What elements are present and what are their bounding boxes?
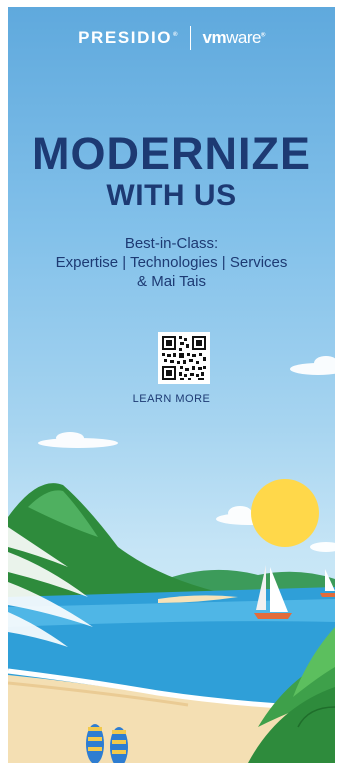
qr-code[interactable] xyxy=(158,332,210,384)
tagline: Best-in-Class: Expertise | Technologies … xyxy=(8,234,335,291)
tagline-line-2: Expertise | Technologies | Services xyxy=(55,254,288,271)
tagline-line-3: & Mai Tais xyxy=(137,273,206,290)
cloud-icon xyxy=(310,542,335,552)
sun-icon xyxy=(251,479,319,547)
qr-code-icon xyxy=(158,332,210,384)
presidio-logo-text: PRESIDIO xyxy=(78,28,173,47)
headline-line-2: WITH US xyxy=(106,179,237,212)
beach-scene xyxy=(8,356,335,763)
vmware-logo: vmware® xyxy=(202,28,266,48)
cloud-icon xyxy=(38,432,118,448)
vmware-logo-rest: ware xyxy=(226,28,261,47)
tagline-line-1: Best-in-Class: xyxy=(124,235,219,252)
headline: MODERNIZE WITH US xyxy=(8,131,335,213)
presidio-trademark: ® xyxy=(173,32,178,39)
logo-divider xyxy=(189,26,191,50)
cloud-icon xyxy=(290,356,335,375)
vmware-logo-bold: vm xyxy=(202,28,227,47)
vmware-trademark: ® xyxy=(260,32,265,39)
presidio-logo: PRESIDIO® xyxy=(78,28,177,48)
learn-more-link[interactable]: LEARN MORE xyxy=(8,393,335,405)
headline-line-1: MODERNIZE xyxy=(32,128,311,179)
brand-logos: PRESIDIO® vmware® xyxy=(8,26,335,50)
ad-banner[interactable]: PRESIDIO® vmware® MODERNIZE WITH US Best… xyxy=(8,7,335,763)
